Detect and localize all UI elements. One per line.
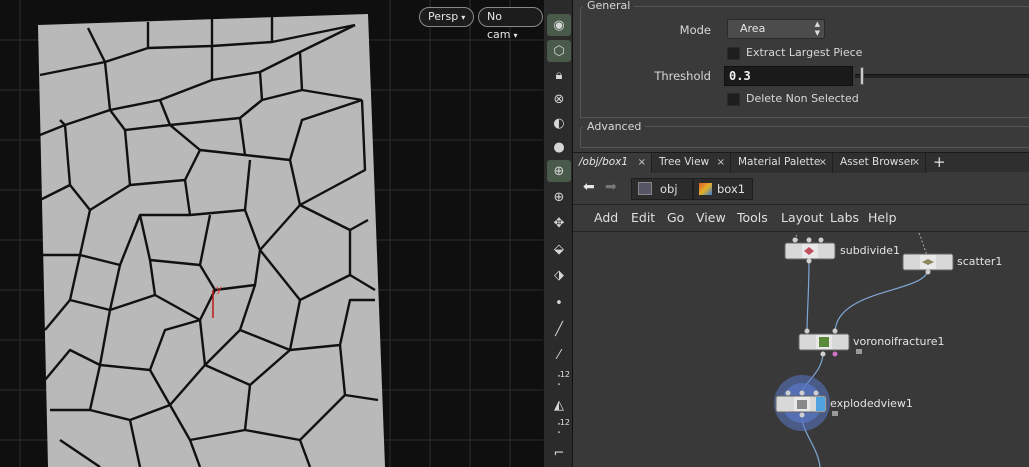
dot-icon[interactable]: • xyxy=(547,292,571,314)
advanced-section xyxy=(580,126,1029,148)
mode-label: Mode xyxy=(679,23,711,37)
node-graph[interactable] xyxy=(573,233,1029,467)
updown-arrows-icon: ▲ ▼ xyxy=(814,20,820,37)
point-size-label: 12 xyxy=(559,370,570,379)
subdivide1-label: subdivide1 xyxy=(840,244,901,257)
forward-arrow-icon[interactable]: ➡ xyxy=(605,179,617,195)
threshold-input[interactable]: 0.3 xyxy=(724,66,853,86)
scene-icon[interactable]: ⬗ xyxy=(547,264,571,286)
snapping-icon[interactable]: ✥ xyxy=(547,212,571,234)
chevron-down-icon: ▾ xyxy=(461,13,466,22)
ghost-icon[interactable]: ⊗ xyxy=(547,88,571,110)
perspective-label: Persp xyxy=(428,10,459,23)
display-icon[interactable]: ⁚ 12 xyxy=(547,418,571,440)
right-pane: General Mode Area ▲ ▼ Extract Largest Pie… xyxy=(573,0,1029,467)
menu-labs[interactable]: Labs xyxy=(830,210,859,225)
threshold-slider-handle[interactable] xyxy=(860,67,864,85)
voronoifracture1-label: voronoifracture1 xyxy=(853,335,945,348)
menu-help[interactable]: Help xyxy=(868,210,897,225)
network-editor[interactable]: subdivide1 scatter1 voronoifracture1 exp… xyxy=(573,233,1029,467)
back-arrow-icon[interactable]: ⬅ xyxy=(583,179,595,195)
mode-value: Area xyxy=(740,22,766,35)
delete-non-selected-label: Delete Non Selected xyxy=(746,92,859,105)
pane-tab-bar: /obj/box1 × Tree View × Material Palette × … xyxy=(573,152,1029,173)
add-camera-icon[interactable]: ⊕ xyxy=(547,186,571,208)
y-axis-label: y xyxy=(216,284,222,295)
camera-menu-button[interactable]: No cam ▾ xyxy=(478,7,543,41)
object-network-icon xyxy=(638,182,652,195)
scatter1-label: scatter1 xyxy=(957,255,1003,268)
houdini-window: Persp ▾ No cam ▾ y ◉ ⬡ 🔒︎ ⊗ ◐ ● ⊕ ⊕ ✥ ⬙ ⬗ … xyxy=(0,0,1029,467)
add-tab-button[interactable]: + xyxy=(933,153,946,172)
lights-icon[interactable]: ◐ xyxy=(547,112,571,134)
extract-largest-piece-checkbox[interactable] xyxy=(727,47,740,60)
pin-icon[interactable]: ⁄ xyxy=(547,344,571,366)
explodedview1-label: explodedview1 xyxy=(830,397,913,410)
chevron-down-icon: ▾ xyxy=(513,31,518,40)
camera-label: No cam xyxy=(487,10,511,41)
menu-layout[interactable]: Layout xyxy=(781,210,824,225)
bulb-icon[interactable]: ● xyxy=(547,136,571,158)
points-icon[interactable]: ⁚ 12 xyxy=(547,370,571,392)
voronoi-icon xyxy=(819,337,829,347)
path-node-label: box1 xyxy=(717,182,746,196)
render-icon[interactable]: ⬙ xyxy=(547,238,571,260)
menu-add[interactable]: Add xyxy=(594,210,618,225)
scatter1-node[interactable] xyxy=(902,253,954,275)
explode-icon xyxy=(797,400,807,409)
path-root-obj[interactable]: obj xyxy=(631,178,693,200)
perspective-menu-button[interactable]: Persp ▾ xyxy=(419,7,475,27)
fractured-plane[interactable] xyxy=(38,14,385,467)
tab-label: Material Palette xyxy=(738,156,821,168)
display-toolbar: ◉ ⬡ 🔒︎ ⊗ ◐ ● ⊕ ⊕ ✥ ⬙ ⬗ • ╱ ⁄ ⁚ 12 ◭ ⁚ 12 ⌐ xyxy=(543,0,573,467)
tab-label: Asset Browser xyxy=(840,156,915,168)
view-icon[interactable]: ◉ xyxy=(547,14,571,36)
path-bar: ⬅ ➡ obj box1 xyxy=(573,173,1029,205)
advanced-section-title[interactable]: Advanced xyxy=(583,120,646,133)
extract-largest-piece-label: Extract Largest Piece xyxy=(746,46,863,59)
lock-icon[interactable]: 🔒︎ xyxy=(547,64,571,86)
tab-label: /obj/box1 xyxy=(579,156,629,168)
close-icon[interactable]: × xyxy=(912,153,920,172)
threshold-slider[interactable] xyxy=(855,74,1029,78)
menu-edit[interactable]: Edit xyxy=(631,210,655,225)
geometry-node-icon xyxy=(699,183,712,195)
delete-non-selected-checkbox[interactable] xyxy=(727,93,740,106)
network-menu-bar: Add Edit Go View Tools Layout Labs Help xyxy=(573,206,1029,232)
grid-icon[interactable]: ⌐ xyxy=(547,442,571,464)
node-wires xyxy=(801,259,929,467)
threshold-label: Threshold xyxy=(654,69,711,83)
path-node-box1[interactable]: box1 xyxy=(693,178,753,200)
tab-asset-browser[interactable]: Asset Browser × xyxy=(834,153,926,173)
menu-go[interactable]: Go xyxy=(667,210,684,225)
tab-tree-view[interactable]: Tree View × xyxy=(653,153,731,173)
close-icon[interactable]: × xyxy=(638,153,646,172)
path-root-label: obj xyxy=(660,182,678,196)
brush-icon[interactable]: ╱ xyxy=(547,318,571,340)
scene-viewport[interactable]: Persp ▾ No cam ▾ y xyxy=(0,0,543,467)
normals-icon[interactable]: ◭ xyxy=(547,394,571,416)
tab-material-palette[interactable]: Material Palette × xyxy=(732,153,833,173)
mode-dropdown[interactable]: Area ▲ ▼ xyxy=(727,19,825,39)
close-icon[interactable]: × xyxy=(819,153,827,172)
explodedview1-node[interactable] xyxy=(774,375,830,431)
close-icon[interactable]: × xyxy=(717,153,725,172)
normal-size-label: 12 xyxy=(559,418,570,427)
parameter-editor: General Mode Area ▲ ▼ Extract Largest Pie… xyxy=(573,0,1029,148)
general-section-title[interactable]: General xyxy=(583,0,635,12)
select-icon[interactable]: ⬡ xyxy=(547,40,571,62)
display-flag[interactable] xyxy=(816,397,825,411)
viewport-canvas[interactable] xyxy=(0,0,543,467)
menu-tools[interactable]: Tools xyxy=(737,210,768,225)
menu-view[interactable]: View xyxy=(696,210,726,225)
tab-network[interactable]: /obj/box1 × xyxy=(573,153,652,173)
camera-icon[interactable]: ⊕ xyxy=(547,160,571,182)
tab-label: Tree View xyxy=(659,156,710,168)
subdivide1-node[interactable] xyxy=(784,237,836,264)
voronoifracture1-node[interactable] xyxy=(798,328,850,357)
